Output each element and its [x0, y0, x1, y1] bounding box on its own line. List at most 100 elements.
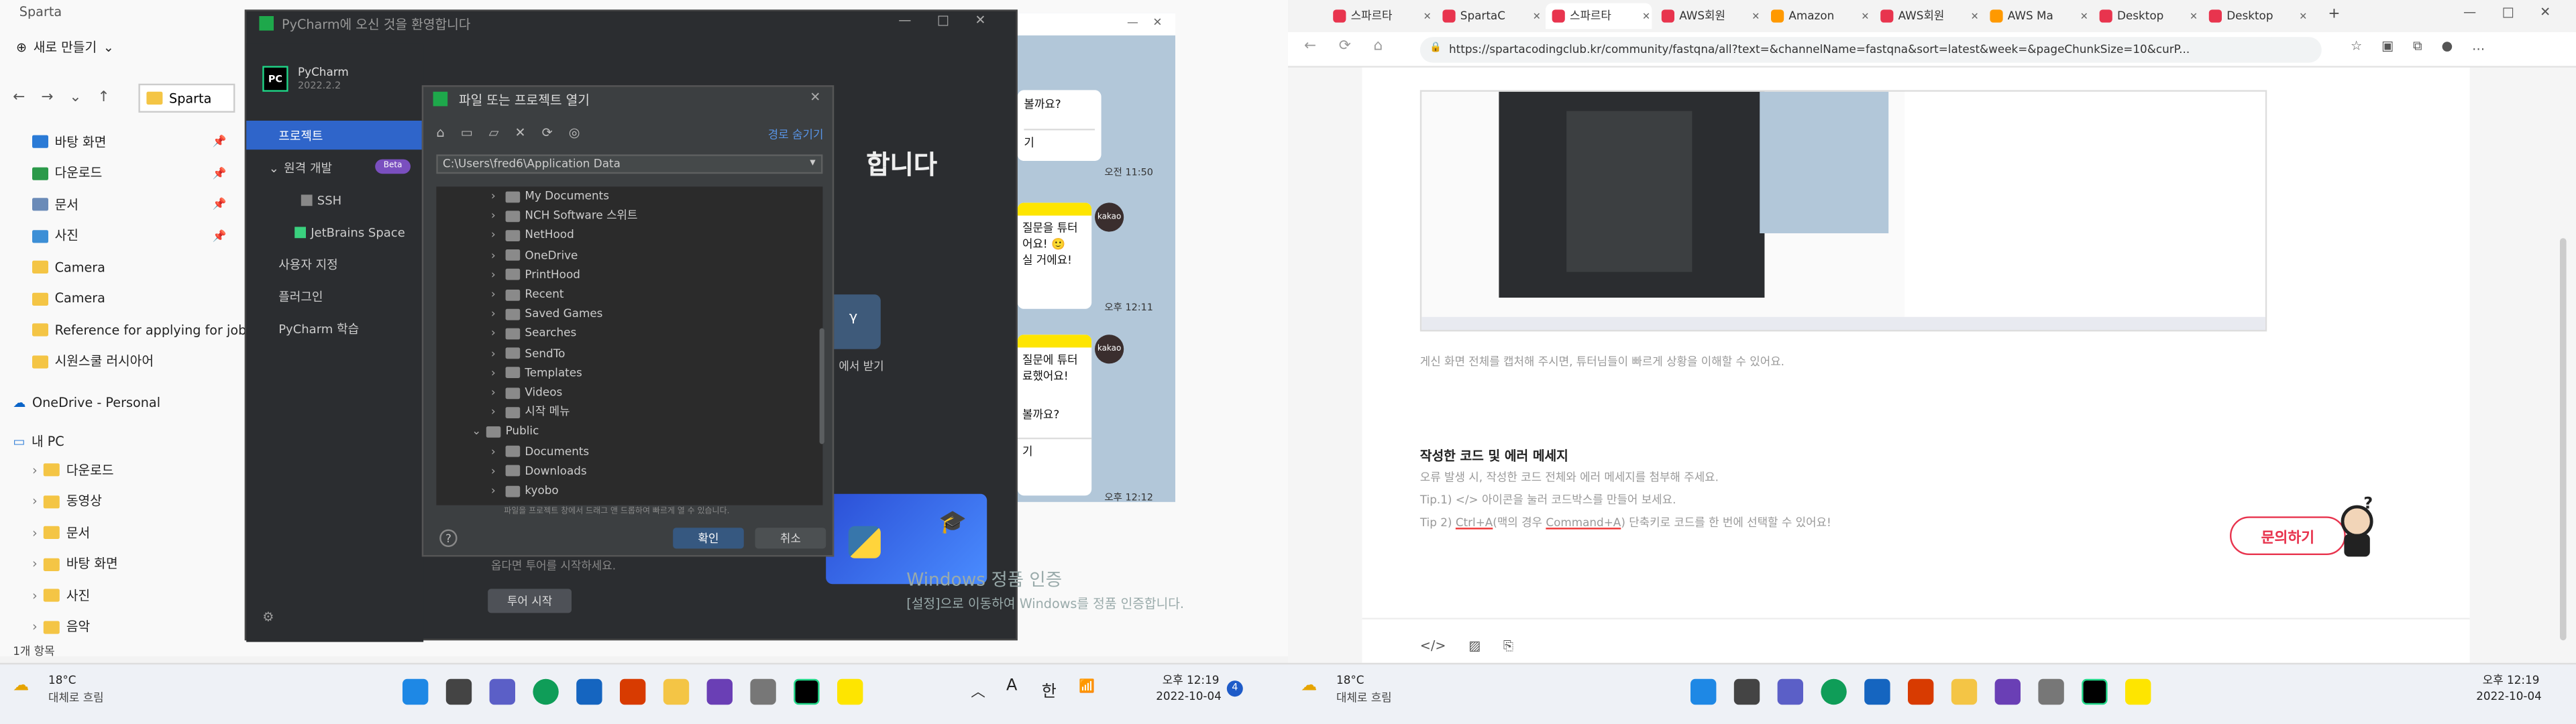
page-scrollbar[interactable] [2560, 238, 2567, 641]
browser-tab[interactable]: Amazon ✕ [1764, 3, 1870, 29]
edge-icon[interactable] [533, 678, 559, 705]
show-hidden-icon[interactable]: ◎ [569, 125, 580, 140]
pycharm-taskbar-icon[interactable] [2082, 678, 2108, 705]
browser-tab[interactable]: 스파르타 ✕ [1327, 3, 1433, 29]
pc-item[interactable]: › 음악 [32, 614, 90, 640]
tree-row[interactable]: › 시작 메뉴 [491, 402, 570, 422]
chevron-right-icon[interactable]: › [491, 190, 500, 202]
chevron-right-icon[interactable]: › [32, 619, 38, 634]
onedrive-item[interactable]: ☁ OneDrive - Personal [13, 389, 160, 415]
nav-item[interactable]: JetBrains Space [294, 222, 405, 241]
sidebar-item[interactable]: 시원스쿨 러시아어 [32, 349, 154, 374]
teams-icon[interactable] [1777, 678, 1803, 705]
close-icon[interactable]: ✕ [1861, 11, 1869, 22]
close-icon[interactable]: ✕ [1642, 11, 1650, 22]
close-icon[interactable]: ✕ [1971, 11, 1979, 22]
tree-row[interactable]: › Saved Games [491, 304, 602, 324]
settings-icon[interactable] [750, 678, 776, 705]
chevron-down-icon[interactable]: ▾ [810, 156, 815, 169]
chevron-right-icon[interactable]: › [491, 209, 500, 222]
pc-item[interactable]: › 다운로드 [32, 457, 114, 483]
chevron-right-icon[interactable]: › [491, 445, 500, 458]
close-icon[interactable]: ✕ [1752, 11, 1760, 22]
new-folder-icon[interactable]: ▱ [489, 125, 499, 140]
close-icon[interactable]: ✕ [2299, 11, 2307, 22]
close-icon[interactable]: ✕ [2540, 5, 2551, 19]
maximize-icon[interactable]: □ [2502, 5, 2514, 19]
close-icon[interactable]: ✕ [975, 13, 985, 27]
pin-icon[interactable]: 📌 [213, 135, 227, 148]
tree-row[interactable]: ⌄ Public [472, 422, 539, 442]
ok-button[interactable]: 확인 [673, 528, 744, 549]
mail-icon[interactable] [576, 678, 602, 705]
settings-icon[interactable] [2038, 678, 2064, 705]
tree-row[interactable]: › Searches [491, 324, 576, 343]
mascot-icon[interactable]: ? [2334, 495, 2379, 560]
task-view-icon[interactable] [1733, 678, 1760, 705]
store-icon[interactable] [706, 678, 733, 705]
home-icon[interactable]: ⌂ [1373, 39, 1383, 55]
browser-tab[interactable]: AWS회원 ✕ [1655, 3, 1761, 29]
browser-tab[interactable]: Desktop ✕ [2202, 3, 2308, 29]
chevron-right-icon[interactable]: › [32, 556, 38, 571]
nav-item[interactable]: PyCharm 학습 [278, 318, 359, 338]
pin-icon[interactable]: 📌 [213, 198, 227, 210]
pc-item[interactable]: › 바탕 화면 [32, 551, 118, 577]
browser-tab[interactable]: AWS Ma ✕ [1984, 3, 2090, 29]
browser-tab[interactable]: AWS회원 ✕ [1874, 3, 1980, 29]
tree-row[interactable]: › Downloads [491, 461, 587, 481]
delete-icon[interactable]: ✕ [515, 125, 526, 140]
new-tab-icon[interactable]: + [2328, 7, 2340, 23]
sidebar-item[interactable]: 문서 📌 [32, 192, 227, 217]
more-icon[interactable]: … [2472, 39, 2485, 55]
close-icon[interactable]: ✕ [1152, 16, 1162, 29]
extensions-icon[interactable]: ⧉ [2413, 39, 2422, 55]
pin-icon[interactable]: 📌 [213, 166, 227, 179]
store-icon[interactable] [1994, 678, 2021, 705]
chevron-right-icon[interactable]: › [491, 249, 500, 261]
back-icon[interactable]: ← [1304, 39, 1316, 55]
pc-item[interactable]: › 동영상 [32, 488, 102, 514]
nav-item[interactable]: 사용자 지정 [278, 254, 338, 274]
cancel-button[interactable]: 취소 [755, 528, 826, 549]
help-button[interactable]: ? [439, 529, 458, 548]
chevron-right-icon[interactable]: › [32, 494, 38, 509]
screenshot-thumbnail[interactable] [1419, 90, 2267, 332]
chevron-right-icon[interactable]: › [32, 588, 38, 603]
chevron-right-icon[interactable]: › [491, 484, 500, 497]
maximize-icon[interactable]: □ [937, 13, 949, 27]
chevron-right-icon[interactable]: › [491, 327, 500, 340]
chevron-down-icon[interactable]: ⌄ [69, 90, 81, 106]
close-icon[interactable]: ✕ [810, 90, 820, 105]
pc-item[interactable]: › 문서 [32, 520, 90, 545]
chevron-right-icon[interactable]: › [491, 288, 500, 301]
chevron-down-icon[interactable]: ⌄ [472, 426, 481, 438]
sidebar-item[interactable]: Camera [32, 286, 105, 311]
close-icon[interactable]: ✕ [1533, 11, 1541, 22]
forward-icon[interactable]: → [41, 90, 53, 106]
pycharm-taskbar-icon[interactable] [794, 678, 820, 705]
git-icon[interactable]: ᵞ [826, 294, 881, 349]
tree-row[interactable]: › My Documents [491, 186, 609, 206]
sidebar-item[interactable]: Reference for applying for job [32, 317, 246, 343]
tree-row[interactable]: › kyobo [491, 481, 559, 501]
refresh-icon[interactable]: ⟳ [1339, 39, 1351, 55]
browser-tab[interactable]: 스파르타 ✕ [1546, 3, 1652, 29]
code-icon[interactable]: </> [1420, 639, 1446, 655]
office-icon[interactable] [620, 678, 646, 705]
sidebar-item[interactable]: Camera [32, 254, 105, 280]
kakaotalk-icon[interactable] [837, 678, 863, 705]
chevron-right-icon[interactable]: › [32, 463, 38, 477]
collections-icon[interactable]: ▣ [2381, 39, 2394, 55]
tree-row[interactable]: › Recent [491, 285, 564, 304]
chevron-right-icon[interactable]: › [491, 268, 500, 281]
close-icon[interactable]: ✕ [1424, 11, 1432, 22]
hide-path-link[interactable]: 경로 숨기기 [768, 127, 824, 143]
chevron-right-icon[interactable]: › [491, 229, 500, 242]
home-icon[interactable]: ⌂ [436, 125, 444, 140]
teams-icon[interactable] [489, 678, 515, 705]
sidebar-item[interactable]: 사진 📌 [32, 223, 227, 248]
task-view-icon[interactable] [445, 678, 472, 705]
start-tour-button[interactable]: 투어 시작 [488, 589, 572, 613]
refresh-icon[interactable]: ⟳ [542, 125, 553, 140]
